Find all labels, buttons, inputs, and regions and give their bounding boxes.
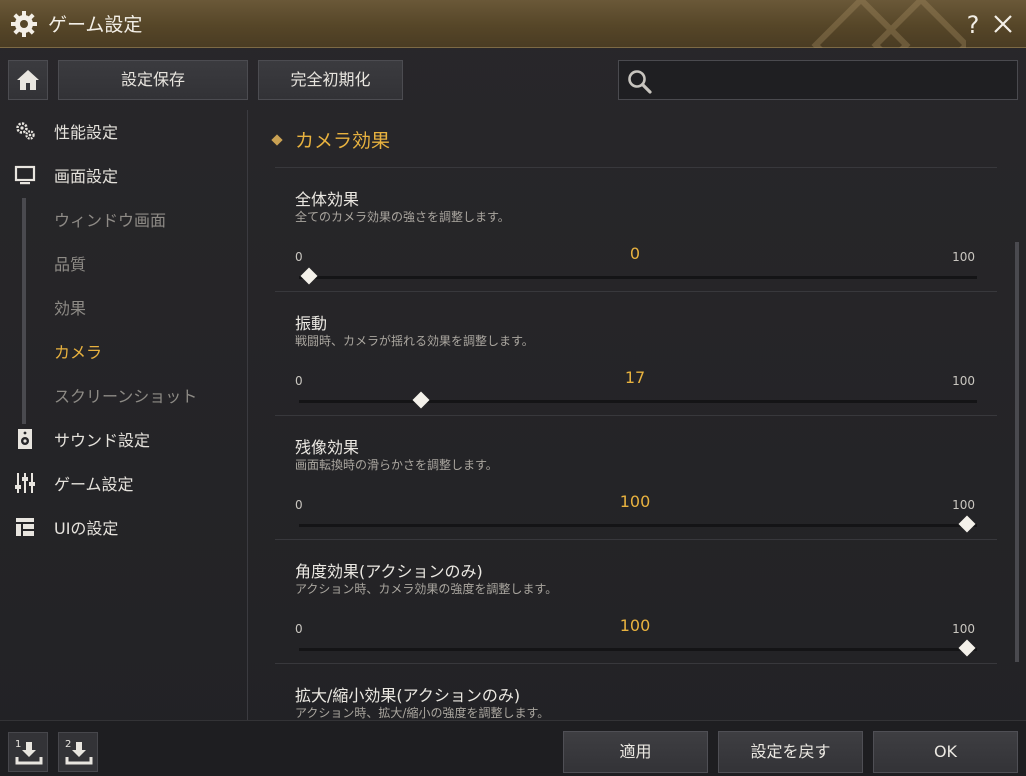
divider — [275, 663, 997, 664]
search-input[interactable] — [659, 65, 1009, 95]
subitem-window-screen[interactable]: ウィンドウ画面 — [54, 207, 166, 231]
slider-max-label: 100 — [952, 250, 975, 264]
slider-track[interactable] — [299, 515, 977, 533]
speaker-icon — [18, 429, 32, 449]
subitem-quality[interactable]: 品質 — [54, 251, 86, 275]
slider-thumb[interactable] — [300, 267, 318, 285]
setting-title: 角度効果(アクションのみ) — [295, 562, 483, 581]
subitem-camera[interactable]: カメラ — [54, 339, 102, 363]
divider — [275, 539, 997, 540]
sidebar-item-performance[interactable]: 性能設定 — [0, 110, 246, 150]
sidebar-item-label: サウンド設定 — [54, 431, 151, 450]
sliders-icon — [15, 473, 35, 493]
settings-content: カメラ効果 全体効果 全てのカメラ効果の強さを調整します。 0 0 100 振動… — [249, 110, 1026, 720]
setting-title: 振動 — [295, 314, 328, 333]
title-decoration — [806, 0, 966, 48]
search-box[interactable] — [618, 60, 1018, 100]
slider-thumb[interactable] — [958, 639, 976, 657]
revert-settings-button[interactable]: 設定を戻す — [718, 731, 863, 773]
ok-button[interactable]: OK — [873, 731, 1018, 773]
divider — [275, 167, 997, 168]
section-title: カメラ効果 — [295, 130, 391, 152]
home-button[interactable] — [8, 60, 48, 100]
slider-track[interactable] — [299, 391, 977, 409]
monitor-icon — [14, 165, 36, 185]
setting-zoom-effect: 拡大/縮小効果(アクションのみ) アクション時、拡大/縮小の強度を調整します。 — [295, 682, 985, 720]
layout-icon — [16, 518, 34, 536]
subitem-effects[interactable]: 効果 — [54, 295, 86, 319]
home-icon — [17, 70, 39, 90]
sidebar: 性能設定 画面設定 ウィンドウ画面 品質 効果 カメラ スクリーンショット サウ… — [0, 110, 248, 720]
setting-description: 画面転換時の滑らかさを調整します。 — [295, 458, 498, 472]
search-icon — [628, 70, 652, 94]
sidebar-item-ui[interactable]: UIの設定 — [0, 506, 246, 546]
apply-button[interactable]: 適用 — [563, 731, 708, 773]
slider-max-label: 100 — [952, 498, 975, 512]
slider-max-label: 100 — [952, 622, 975, 636]
sidebar-item-label: 画面設定 — [54, 167, 119, 186]
download-icon: 2 — [65, 739, 93, 765]
download-icon: 1 — [15, 739, 43, 765]
setting-description: 全てのカメラ効果の強さを調整します。 — [295, 210, 510, 224]
settings-window: ゲーム設定 ? 設定保存 完全初期化 性能設定 画面設定 ウィンドウ画面 品質 … — [0, 0, 1026, 776]
sidebar-item-label: ゲーム設定 — [54, 475, 134, 494]
slider-track[interactable] — [299, 639, 977, 657]
preset-1-button[interactable]: 1 — [8, 732, 48, 772]
slider-value: 100 — [619, 492, 651, 511]
preset-number: 2 — [65, 739, 71, 750]
divider — [275, 291, 997, 292]
save-settings-button[interactable]: 設定保存 — [58, 60, 248, 100]
gears-icon — [16, 122, 35, 140]
setting-description: アクション時、拡大/縮小の強度を調整します。 — [295, 706, 550, 720]
sidebar-item-game[interactable]: ゲーム設定 — [0, 462, 246, 502]
sidebar-item-display[interactable]: 画面設定 — [0, 154, 246, 194]
scrollbar[interactable] — [1015, 242, 1019, 662]
submenu-line — [22, 198, 26, 424]
footer: 1 2 適用 設定を戻す OK — [0, 720, 1026, 776]
setting-title: 残像効果 — [295, 438, 360, 457]
slider-value: 17 — [624, 368, 646, 387]
full-reset-button[interactable]: 完全初期化 — [258, 60, 403, 100]
slider-thumb[interactable] — [412, 391, 430, 409]
setting-description: アクション時、カメラ効果の強度を調整します。 — [295, 582, 558, 596]
slider-track[interactable] — [299, 267, 977, 285]
setting-description: 戦闘時、カメラが揺れる効果を調整します。 — [295, 334, 534, 348]
preset-2-button[interactable]: 2 — [58, 732, 98, 772]
window-title: ゲーム設定 — [48, 14, 143, 36]
sidebar-item-label: UIの設定 — [54, 519, 119, 538]
slider-value: 100 — [619, 616, 651, 635]
sidebar-item-sound[interactable]: サウンド設定 — [0, 418, 246, 458]
slider-value: 0 — [629, 244, 641, 263]
slider-max-label: 100 — [952, 374, 975, 388]
gear-icon — [11, 11, 37, 37]
preset-number: 1 — [15, 739, 21, 750]
help-button[interactable]: ? — [962, 10, 984, 40]
setting-title: 拡大/縮小効果(アクションのみ) — [295, 686, 521, 705]
close-icon[interactable] — [991, 12, 1015, 36]
slider-thumb[interactable] — [958, 515, 976, 533]
sidebar-item-label: 性能設定 — [54, 123, 119, 142]
subitem-screenshot[interactable]: スクリーンショット — [54, 383, 197, 407]
setting-title: 全体効果 — [295, 190, 360, 209]
divider — [275, 415, 997, 416]
title-bar: ゲーム設定 ? — [0, 0, 1026, 48]
diamond-bullet-icon — [271, 134, 283, 146]
